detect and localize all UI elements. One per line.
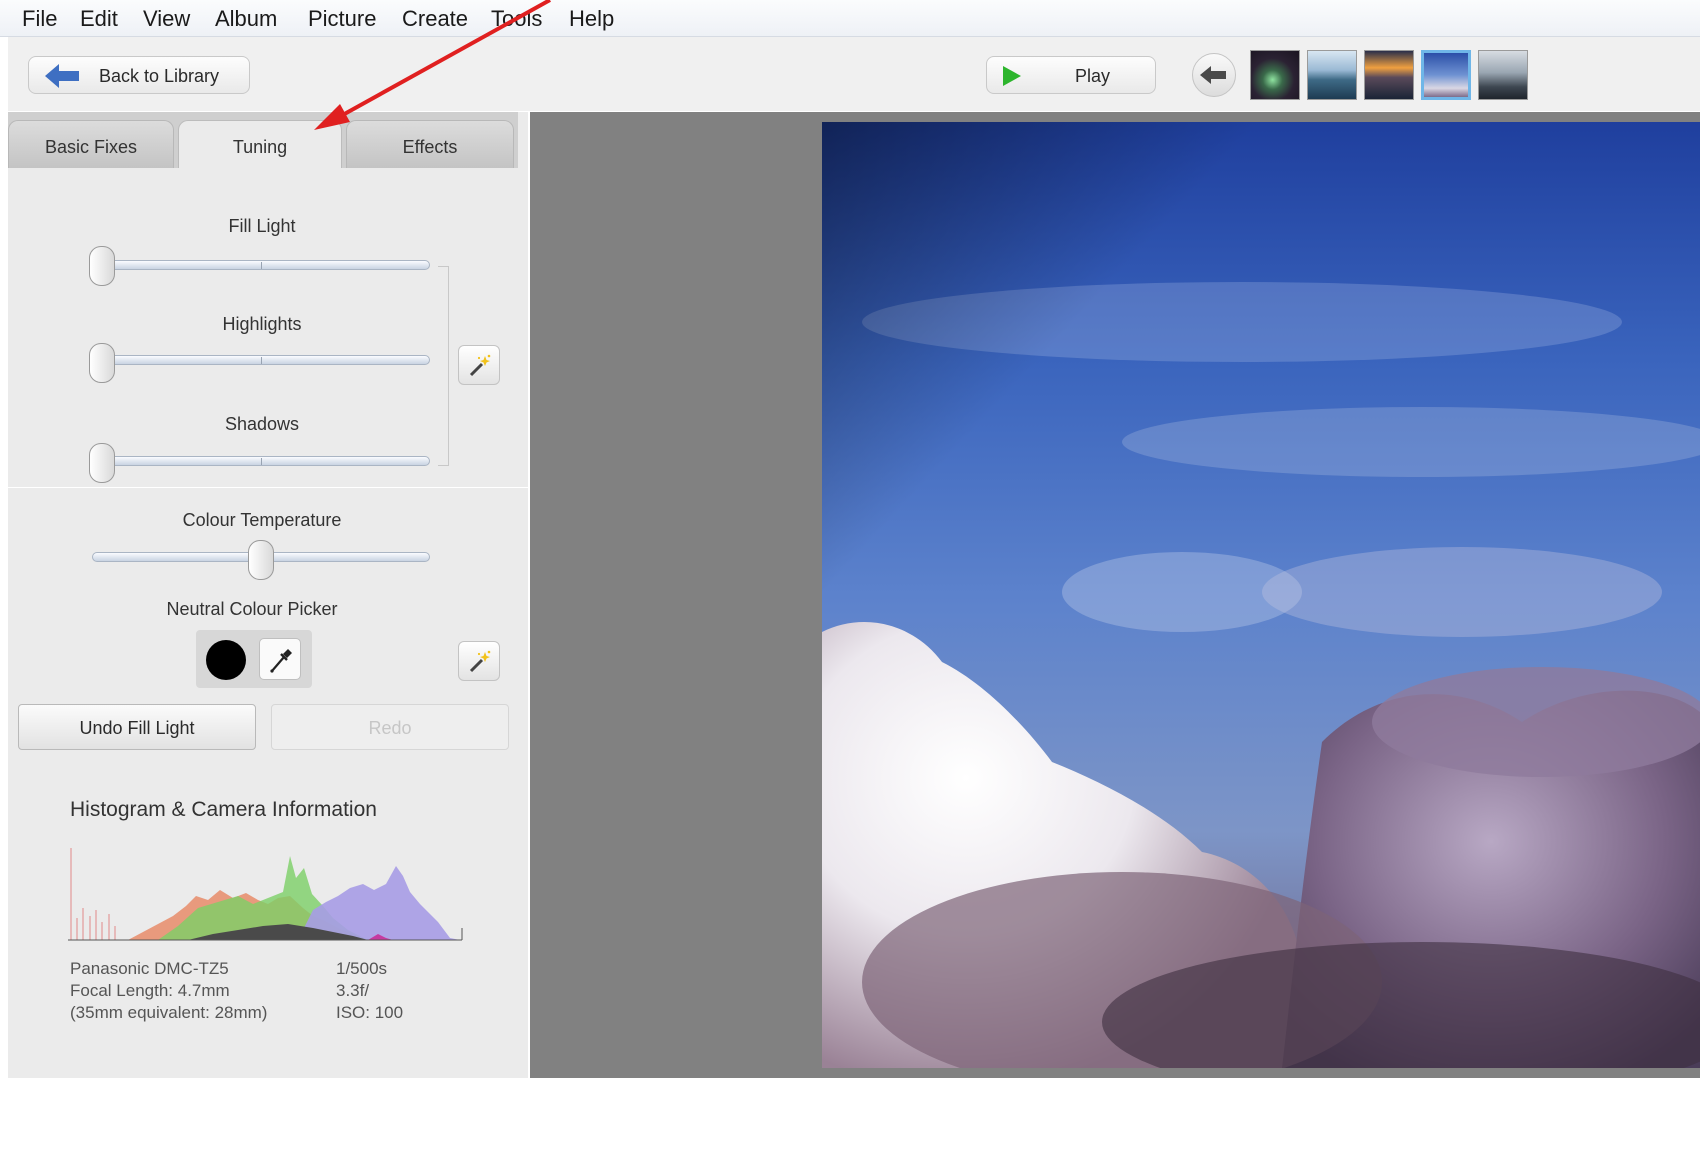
auto-lighting-button[interactable] bbox=[458, 345, 500, 385]
highlights-slider[interactable] bbox=[92, 355, 430, 365]
left-arrow-icon bbox=[45, 64, 79, 88]
back-to-library-button[interactable]: Back to Library bbox=[28, 56, 250, 94]
colour-temperature-handle[interactable] bbox=[248, 540, 274, 580]
neutral-colour-picker-label: Neutral Colour Picker bbox=[166, 599, 338, 619]
play-icon bbox=[1003, 66, 1021, 86]
menu-album[interactable]: Album bbox=[215, 6, 277, 32]
iso: ISO: 100 bbox=[336, 1003, 404, 1022]
auto-colour-button[interactable] bbox=[458, 641, 500, 681]
annotation-arrow bbox=[314, 0, 551, 130]
colour-temperature-label: Colour Temperature bbox=[182, 510, 342, 530]
shadows-label: Shadows bbox=[224, 414, 300, 434]
menu-edit[interactable]: Edit bbox=[80, 6, 118, 32]
back-to-library-label: Back to Library bbox=[99, 66, 220, 86]
highlights-label: Highlights bbox=[222, 314, 302, 334]
play-button[interactable]: Play bbox=[986, 56, 1156, 94]
eyedropper-button[interactable] bbox=[259, 638, 301, 680]
play-label: Play bbox=[1075, 66, 1111, 86]
shutter-speed: 1/500s bbox=[336, 959, 388, 978]
window-bottom bbox=[0, 1078, 1700, 1168]
sunset-thumbnail[interactable] bbox=[1364, 50, 1414, 100]
aurora-thumbnail[interactable] bbox=[1250, 50, 1300, 100]
menu-bar: File Edit View Album Picture Create Tool… bbox=[0, 0, 1700, 37]
fill-light-slider[interactable] bbox=[92, 260, 430, 270]
menu-view[interactable]: View bbox=[143, 6, 190, 32]
magic-wand-icon bbox=[469, 650, 491, 673]
menu-help[interactable]: Help bbox=[569, 6, 614, 32]
shadows-handle[interactable] bbox=[89, 443, 115, 483]
shadows-slider[interactable] bbox=[92, 456, 430, 466]
focal-length: Focal Length: 4.7mm bbox=[70, 981, 230, 1000]
sky-thumbnail[interactable] bbox=[1421, 50, 1471, 100]
menu-file[interactable]: File bbox=[22, 6, 57, 32]
eyedropper-icon bbox=[270, 649, 292, 673]
redo-button[interactable]: Redo bbox=[271, 704, 509, 750]
undo-button[interactable]: Undo Fill Light bbox=[18, 704, 256, 750]
histogram-title: Histogram & Camera Information bbox=[70, 798, 377, 821]
sea-thumbnail[interactable] bbox=[1307, 50, 1357, 100]
fill-light-label: Fill Light bbox=[228, 216, 296, 236]
neutral-colour-swatch bbox=[206, 640, 246, 680]
camera-model: Panasonic DMC-TZ5 bbox=[70, 959, 229, 978]
highlights-handle[interactable] bbox=[89, 343, 115, 383]
equivalent-focal-length: (35mm equivalent: 28mm) bbox=[70, 1003, 268, 1022]
lighting-group-bracket bbox=[438, 266, 449, 466]
tab-basic-fixes[interactable]: Basic Fixes bbox=[8, 120, 174, 168]
magic-wand-icon bbox=[469, 354, 491, 377]
previous-photo-button[interactable] bbox=[1192, 53, 1236, 97]
aperture: 3.3f/ bbox=[336, 981, 370, 1000]
cliff-thumbnail[interactable] bbox=[1478, 50, 1528, 100]
previous-arrow-icon bbox=[1200, 66, 1226, 84]
photo-image[interactable] bbox=[822, 122, 1700, 1068]
fill-light-handle[interactable] bbox=[89, 246, 115, 286]
histogram-graph bbox=[68, 838, 468, 948]
